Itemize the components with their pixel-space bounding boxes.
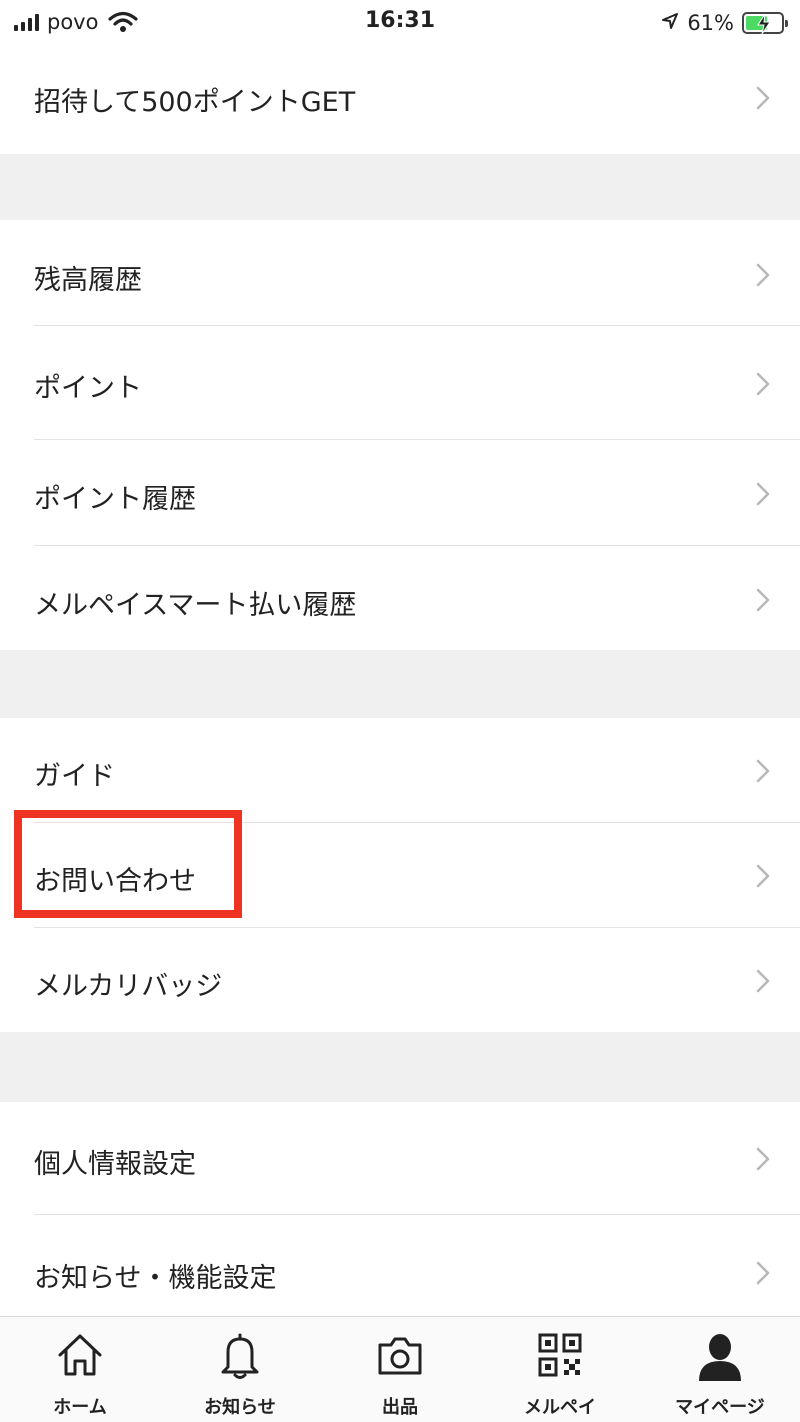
chevron-right-icon (756, 759, 770, 787)
menu-item-label: お知らせ・機能設定 (34, 1263, 277, 1294)
chevron-right-icon (756, 263, 770, 291)
battery-percent: 61% (687, 11, 734, 35)
menu-item-label: ガイド (34, 761, 115, 792)
chevron-right-icon (756, 482, 770, 510)
tab-notifications[interactable]: お知らせ (160, 1317, 320, 1422)
chevron-right-icon (756, 1261, 770, 1289)
menu-item-label: ポイント履歴 (34, 484, 196, 515)
menu-item-label: 招待して500ポイントGET (34, 87, 356, 118)
menu-item-points[interactable]: ポイント (0, 326, 800, 439)
tab-label: お知らせ (204, 1397, 276, 1418)
section-separator (0, 1032, 800, 1102)
tab-label: メルペイ (524, 1397, 596, 1418)
menu-item-label: ポイント (34, 373, 142, 404)
chevron-right-icon (756, 864, 770, 892)
menu-item-label: 個人情報設定 (34, 1149, 196, 1180)
menu-item-badge[interactable]: メルカリバッジ (0, 928, 800, 1032)
chevron-right-icon (756, 1147, 770, 1175)
qr-code-icon (480, 1331, 640, 1379)
chevron-right-icon (756, 969, 770, 997)
tab-mypage[interactable]: マイページ (640, 1317, 800, 1422)
tab-label: ホーム (53, 1397, 107, 1418)
chevron-right-icon (756, 588, 770, 616)
tab-bar: ホーム お知らせ 出品 メルペイ マイページ (0, 1316, 800, 1422)
menu-item-smart-pay-history[interactable]: メルペイスマート払い履歴 (0, 546, 800, 650)
menu-item-privacy-settings[interactable]: 個人情報設定 (0, 1102, 800, 1214)
menu-item-invite[interactable]: 招待して500ポイントGET (0, 44, 800, 154)
menu-item-point-history[interactable]: ポイント履歴 (0, 440, 800, 545)
menu-item-guide[interactable]: ガイド (0, 718, 800, 822)
menu-item-label: 残高履歴 (34, 265, 142, 296)
tab-merpay[interactable]: メルペイ (480, 1317, 640, 1422)
tab-sell[interactable]: 出品 (320, 1317, 480, 1422)
menu-item-balance-history[interactable]: 残高履歴 (0, 220, 800, 325)
camera-icon (320, 1331, 480, 1379)
menu-item-label: メルペイスマート払い履歴 (34, 590, 357, 621)
menu-item-notification-settings[interactable]: お知らせ・機能設定 (0, 1215, 800, 1315)
chevron-right-icon (756, 86, 770, 114)
tab-home[interactable]: ホーム (0, 1317, 160, 1422)
section-separator (0, 154, 800, 220)
highlight-box (14, 810, 242, 918)
status-right: 61% (661, 9, 788, 37)
tab-label: マイページ (675, 1397, 765, 1418)
battery-icon (742, 12, 788, 35)
location-arrow-icon (661, 12, 679, 34)
person-icon (640, 1331, 800, 1383)
bell-icon (160, 1331, 320, 1381)
tab-label: 出品 (382, 1397, 418, 1418)
section-separator (0, 650, 800, 718)
chevron-right-icon (756, 372, 770, 400)
menu-item-label: メルカリバッジ (34, 971, 223, 1002)
status-bar: povo 16:31 61% (0, 0, 800, 44)
home-icon (0, 1331, 160, 1379)
